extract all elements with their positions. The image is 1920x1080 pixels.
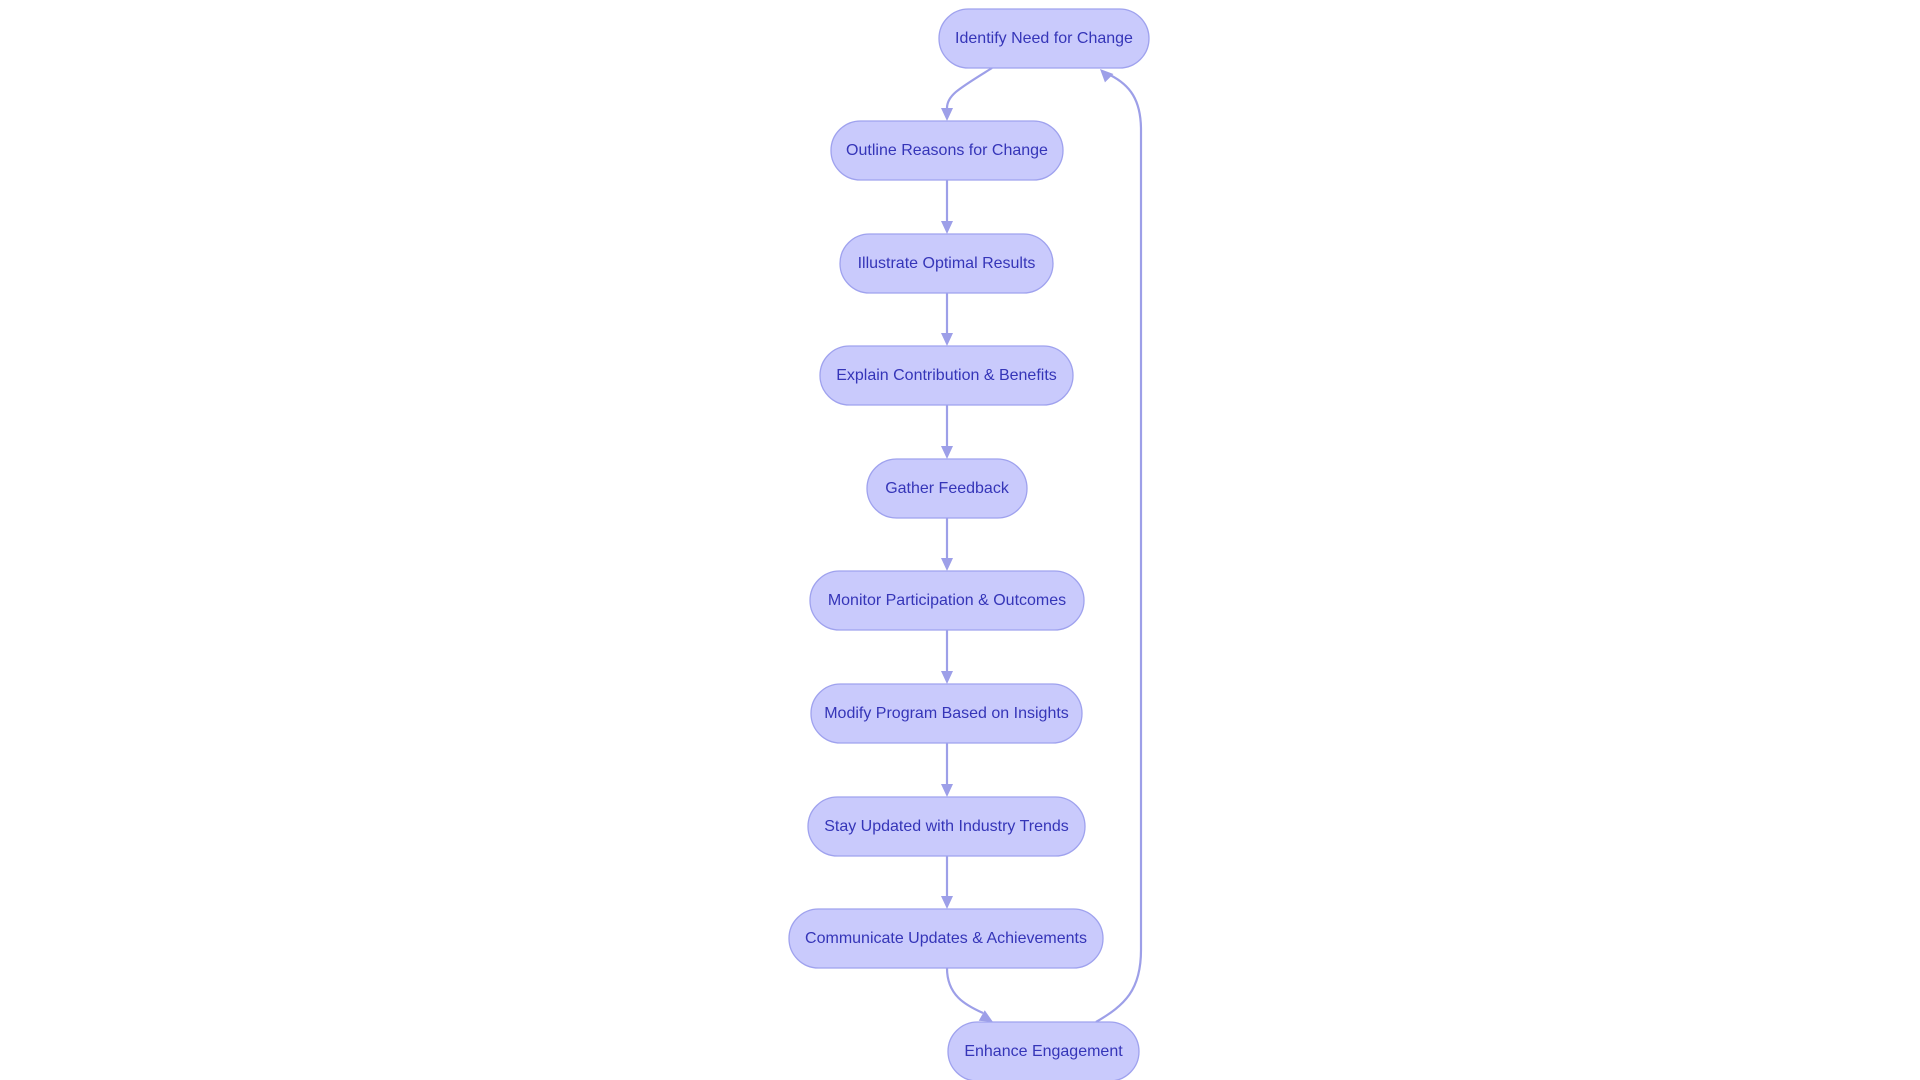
arrowhead-icon bbox=[941, 784, 953, 797]
flow-node-b: Outline Reasons for Change bbox=[830, 120, 1064, 181]
flowchart-diagram: Identify Need for Change Outline Reasons … bbox=[788, 8, 1150, 1080]
edge-a-b bbox=[945, 67, 993, 109]
edge-i-j bbox=[945, 967, 984, 1015]
flow-node-c: Illustrate Optimal Results bbox=[839, 233, 1054, 294]
arrowhead-icon bbox=[941, 671, 953, 684]
flow-node-a: Identify Need for Change bbox=[938, 8, 1150, 69]
arrowhead-icon bbox=[941, 558, 953, 571]
node-label: Communicate Updates & Achievements bbox=[805, 930, 1087, 947]
flow-node-i: Communicate Updates & Achievements bbox=[788, 908, 1104, 969]
node-label: Outline Reasons for Change bbox=[846, 142, 1048, 159]
flow-node-e: Gather Feedback bbox=[866, 458, 1028, 519]
arrowhead-icon bbox=[941, 896, 953, 909]
flow-node-h: Stay Updated with Industry Trends bbox=[807, 796, 1086, 857]
node-label: Monitor Participation & Outcomes bbox=[828, 592, 1066, 609]
arrowhead-icon bbox=[941, 446, 953, 459]
arrowhead-icon bbox=[941, 333, 953, 346]
arrowhead-icon bbox=[941, 221, 953, 234]
flow-node-g: Modify Program Based on Insights bbox=[810, 683, 1083, 744]
node-label: Identify Need for Change bbox=[955, 30, 1133, 47]
flow-node-f: Monitor Participation & Outcomes bbox=[809, 570, 1085, 631]
node-label: Modify Program Based on Insights bbox=[824, 705, 1069, 722]
node-label: Stay Updated with Industry Trends bbox=[824, 818, 1069, 835]
edge-j-a bbox=[1095, 74, 1143, 1023]
node-label: Illustrate Optimal Results bbox=[858, 255, 1036, 272]
arrowhead-icon bbox=[941, 108, 953, 121]
node-label: Gather Feedback bbox=[885, 480, 1010, 497]
node-label: Enhance Engagement bbox=[964, 1043, 1123, 1060]
flow-node-d: Explain Contribution & Benefits bbox=[819, 345, 1074, 406]
flow-node-j: Enhance Engagement bbox=[947, 1021, 1140, 1080]
node-label: Explain Contribution & Benefits bbox=[836, 367, 1057, 384]
